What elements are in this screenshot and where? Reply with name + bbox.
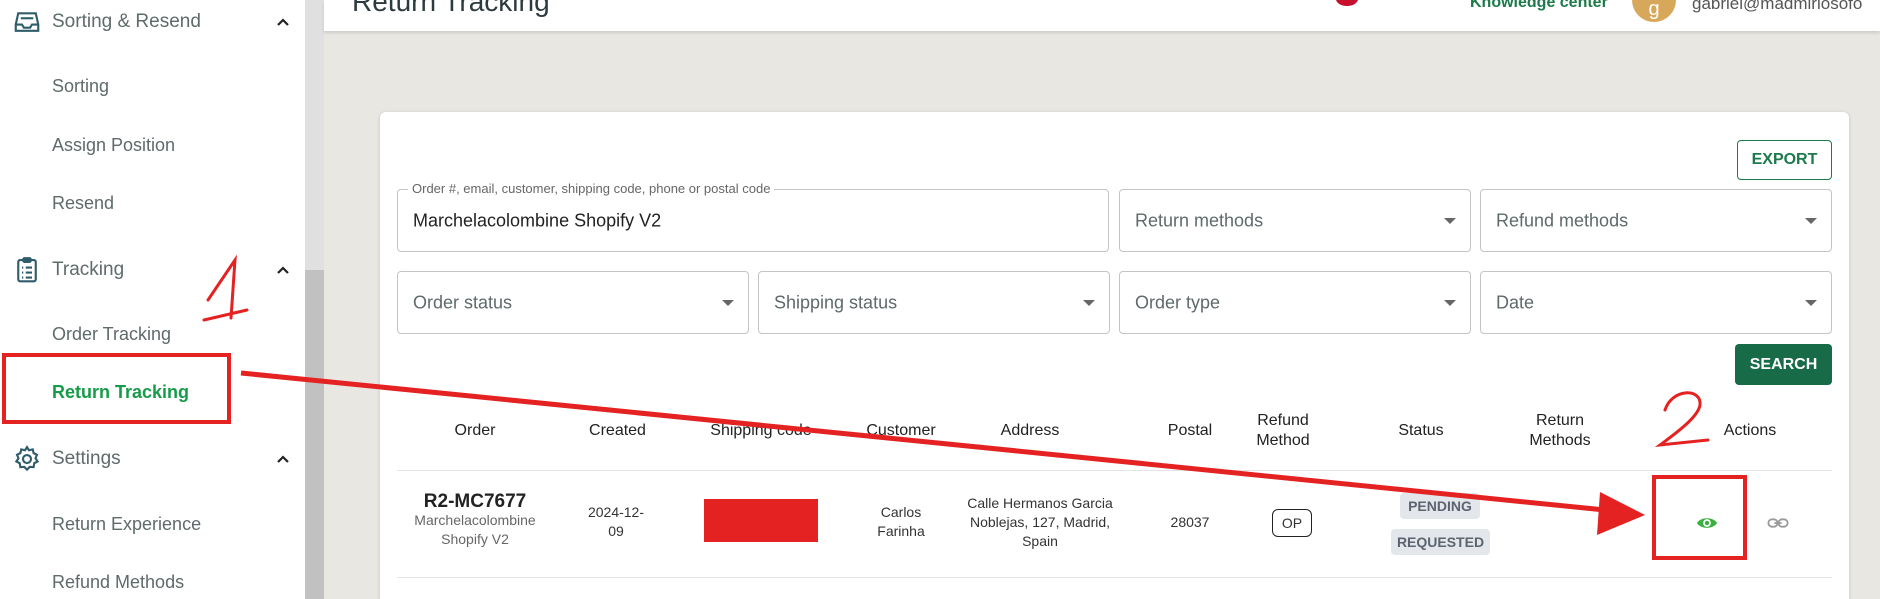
order-shop: Marchelacolombine (414, 512, 536, 528)
sidebar-item-assign-position[interactable]: Assign Position (52, 135, 175, 156)
shipping-status-select[interactable]: Shipping status (758, 271, 1110, 334)
customer-line: Carlos (880, 504, 922, 520)
sidebar-section-settings[interactable]: Settings (0, 439, 305, 479)
top-header: Return Tracking Knowledge center g gabri… (324, 0, 1880, 31)
inbox-tray-icon (14, 12, 40, 32)
link-icon[interactable] (1767, 515, 1789, 531)
gear-icon (14, 445, 40, 472)
return-tracking-card: EXPORT Order #, email, customer, shippin… (380, 112, 1849, 599)
select-label: Refund methods (1496, 210, 1629, 230)
dropdown-caret-icon (1805, 217, 1817, 224)
search-input-legend: Order #, email, customer, shipping code,… (408, 181, 775, 196)
chevron-up-icon[interactable] (273, 12, 293, 32)
status-badge-pending: PENDING (1400, 493, 1480, 519)
sidebar-section-label: Settings (52, 448, 121, 469)
column-header-refund-method[interactable]: Refund Method (1245, 411, 1321, 451)
table-cell-postal: 28037 (1170, 514, 1210, 530)
sidebar-section-label: Tracking (52, 259, 125, 280)
column-header-status[interactable]: Status (1381, 421, 1461, 441)
sidebar-scrollbar-thumb[interactable] (305, 270, 324, 599)
order-type-select[interactable]: Order type (1119, 271, 1471, 334)
table-header-divider (397, 470, 1832, 471)
column-header-shipping-code[interactable]: Shipping code (700, 421, 822, 441)
annotation-highlight-return-tracking (2, 353, 231, 424)
sidebar-item-order-tracking[interactable]: Order Tracking (52, 324, 171, 345)
table-row-divider (397, 577, 1832, 578)
column-header-actions[interactable]: Actions (1705, 421, 1795, 441)
header-line: Return (1535, 412, 1585, 429)
column-header-return-methods[interactable]: Return Methods (1520, 411, 1600, 451)
column-header-customer[interactable]: Customer (855, 421, 947, 441)
column-header-postal[interactable]: Postal (1160, 421, 1220, 441)
return-methods-select[interactable]: Return methods (1119, 189, 1471, 252)
sidebar-section-sorting-resend[interactable]: Sorting & Resend (0, 2, 305, 42)
column-header-created[interactable]: Created (580, 421, 655, 441)
table-cell-order[interactable]: R2-MC7677 Marchelacolombine Shopify V2 (400, 492, 550, 549)
created-line: 2024-12- (587, 504, 645, 520)
refund-methods-select[interactable]: Refund methods (1480, 189, 1832, 252)
knowledge-center-link[interactable]: Knowledge center (1470, 0, 1608, 12)
created-line: 09 (608, 523, 624, 539)
clipboard-list-icon (17, 257, 37, 283)
select-label: Shipping status (774, 292, 898, 312)
sidebar-item-return-experience[interactable]: Return Experience (52, 514, 201, 535)
table-cell-customer: Carlos Farinha (855, 503, 947, 541)
sidebar-item-refund-methods[interactable]: Refund Methods (52, 572, 184, 593)
refund-method-badge: OP (1272, 509, 1312, 537)
address-line: Spain (1022, 533, 1058, 549)
select-label: Date (1496, 292, 1535, 312)
select-label: Return methods (1135, 210, 1264, 230)
annotation-highlight-view-action (1652, 475, 1747, 560)
status-badge-requested: REQUESTED (1391, 529, 1490, 555)
address-line: Noblejas, 127, Madrid, (969, 514, 1111, 530)
date-select[interactable]: Date (1480, 271, 1832, 334)
dropdown-caret-icon (1444, 217, 1456, 224)
dropdown-caret-icon (1805, 299, 1817, 306)
sidebar-section-label: Sorting & Resend (52, 11, 201, 32)
header-line: Methods (1529, 432, 1591, 449)
header-line: Method (1256, 432, 1310, 449)
customer-line: Farinha (877, 523, 925, 539)
select-label: Order status (413, 292, 513, 312)
column-header-order[interactable]: Order (430, 421, 520, 441)
order-status-select[interactable]: Order status (397, 271, 749, 334)
redacted-shipping-code (704, 499, 818, 542)
dropdown-caret-icon (722, 299, 734, 306)
column-header-address[interactable]: Address (970, 421, 1090, 441)
sidebar-item-sorting[interactable]: Sorting (52, 76, 109, 97)
header-line: Refund (1257, 412, 1309, 429)
user-email[interactable]: gabriel@madmirlosofo (1692, 0, 1862, 14)
select-label: Order type (1135, 292, 1221, 312)
avatar[interactable]: g (1632, 0, 1676, 22)
chevron-up-icon[interactable] (273, 260, 293, 280)
sidebar-item-resend[interactable]: Resend (52, 193, 114, 214)
search-button[interactable]: SEARCH (1735, 344, 1832, 385)
chevron-up-icon[interactable] (273, 449, 293, 469)
dropdown-caret-icon (1444, 299, 1456, 306)
order-shop: Shopify V2 (441, 531, 509, 547)
sidebar-section-tracking[interactable]: Tracking (0, 250, 305, 290)
uk-flag-icon[interactable] (1336, 0, 1358, 6)
order-id[interactable]: R2-MC7677 (400, 492, 550, 511)
table-cell-address: Calle Hermanos Garcia Noblejas, 127, Mad… (960, 494, 1120, 551)
page-title: Return Tracking (352, 0, 550, 17)
search-input[interactable]: Order #, email, customer, shipping code,… (397, 181, 1109, 252)
sidebar: Sorting & Resend Sorting Assign Position… (0, 0, 305, 599)
export-button[interactable]: EXPORT (1737, 140, 1832, 180)
dropdown-caret-icon (1083, 299, 1095, 306)
search-input-value[interactable]: Marchelacolombine Shopify V2 (413, 210, 661, 231)
table-cell-created: 2024-12- 09 (576, 503, 656, 541)
address-line: Calle Hermanos Garcia (967, 495, 1113, 511)
